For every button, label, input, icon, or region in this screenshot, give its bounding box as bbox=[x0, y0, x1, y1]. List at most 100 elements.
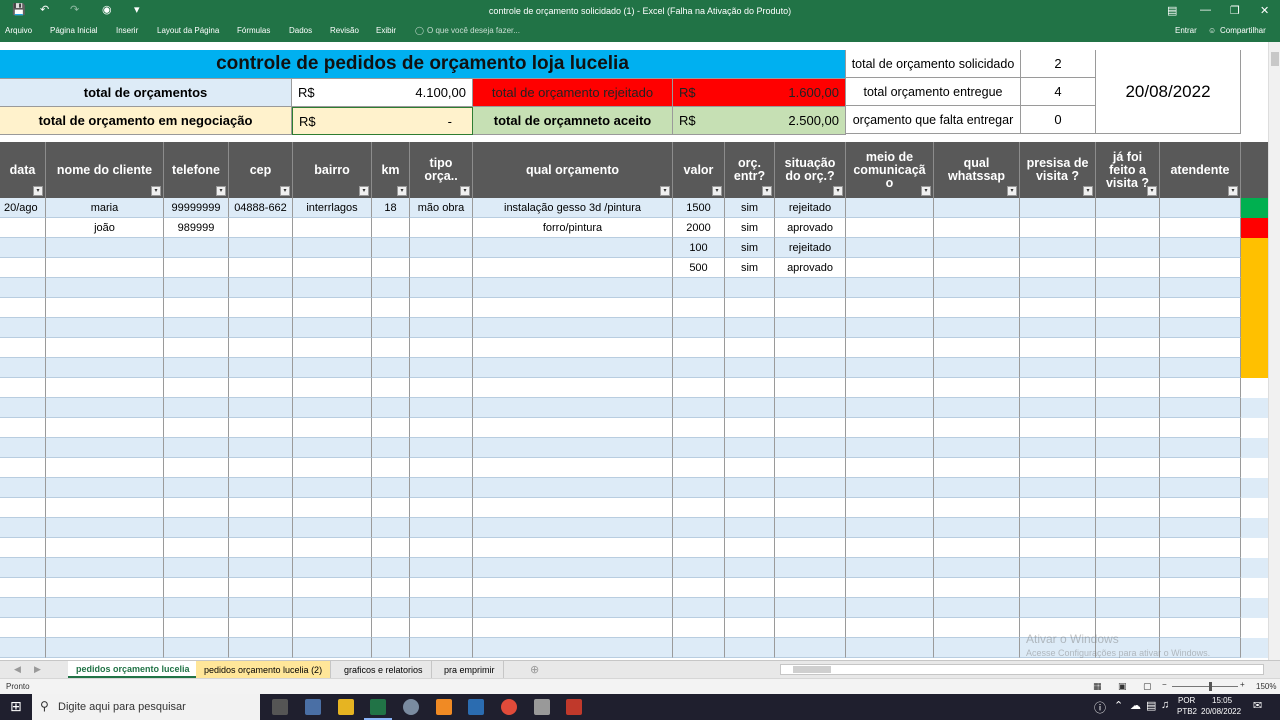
cell-orc-entr[interactable] bbox=[725, 278, 775, 298]
cell-nome-do-cliente[interactable] bbox=[46, 238, 164, 258]
cell-meio-comunicacao[interactable] bbox=[846, 298, 934, 318]
cell-atendente[interactable] bbox=[1160, 418, 1241, 438]
cell-bairro[interactable] bbox=[293, 378, 372, 398]
cell-orc-entr[interactable] bbox=[725, 318, 775, 338]
cell-tipo-orca[interactable] bbox=[410, 338, 473, 358]
filter-dropdown-icon[interactable]: ▾ bbox=[397, 186, 407, 196]
header-situacao[interactable]: situação do orç.? ▾ bbox=[775, 142, 846, 198]
cell-presisa-visita[interactable] bbox=[1020, 478, 1096, 498]
cell-valor[interactable] bbox=[673, 558, 725, 578]
cell-qual-whatssap[interactable] bbox=[934, 638, 1020, 658]
cell-km[interactable] bbox=[372, 358, 410, 378]
cell-km[interactable] bbox=[372, 238, 410, 258]
header-atendente[interactable]: atendente ▾ bbox=[1160, 142, 1241, 198]
cell-telefone[interactable] bbox=[164, 318, 229, 338]
cell-data[interactable] bbox=[0, 458, 46, 478]
cell-cep[interactable] bbox=[229, 578, 293, 598]
cell-nome-do-cliente[interactable] bbox=[46, 458, 164, 478]
cell-atendente[interactable] bbox=[1160, 578, 1241, 598]
filter-dropdown-icon[interactable]: ▾ bbox=[712, 186, 722, 196]
cell-situacao[interactable] bbox=[775, 358, 846, 378]
status-color-cell[interactable] bbox=[1241, 278, 1268, 298]
cell-cep[interactable] bbox=[229, 538, 293, 558]
accepted-cell[interactable]: R$ 2.500,00 bbox=[673, 107, 846, 135]
cell-qual-orcamento[interactable] bbox=[473, 578, 673, 598]
cell-tipo-orca[interactable] bbox=[410, 378, 473, 398]
excel-icon[interactable] bbox=[370, 699, 386, 715]
cell-data[interactable] bbox=[0, 498, 46, 518]
language-top[interactable]: POR bbox=[1178, 696, 1195, 705]
cell-orc-entr[interactable] bbox=[725, 618, 775, 638]
cell-telefone[interactable] bbox=[164, 418, 229, 438]
cell-atendente[interactable] bbox=[1160, 498, 1241, 518]
cell-atendente[interactable] bbox=[1160, 278, 1241, 298]
header-orc-entr[interactable]: orç. entr? ▾ bbox=[725, 142, 775, 198]
cell-cep[interactable] bbox=[229, 338, 293, 358]
cell-presisa-visita[interactable] bbox=[1020, 398, 1096, 418]
filter-dropdown-icon[interactable]: ▾ bbox=[762, 186, 772, 196]
cell-qual-orcamento[interactable] bbox=[473, 498, 673, 518]
header-valor[interactable]: valor ▾ bbox=[673, 142, 725, 198]
cell-bairro[interactable] bbox=[293, 618, 372, 638]
close-icon[interactable]: ✕ bbox=[1260, 4, 1269, 17]
cell-orc-entr[interactable] bbox=[725, 398, 775, 418]
tab-pagina-inicial[interactable]: Página Inicial bbox=[50, 26, 98, 35]
cell-nome-do-cliente[interactable] bbox=[46, 318, 164, 338]
cell-km[interactable] bbox=[372, 418, 410, 438]
header-ja-feito-visita[interactable]: já foi feito a visita ? ▾ bbox=[1096, 142, 1160, 198]
cell-km[interactable] bbox=[372, 258, 410, 278]
app-icon-6[interactable] bbox=[436, 699, 452, 715]
filter-dropdown-icon[interactable]: ▾ bbox=[921, 186, 931, 196]
cell-data[interactable] bbox=[0, 298, 46, 318]
header-qual-whatssap[interactable]: qual whatssap ▾ bbox=[934, 142, 1020, 198]
cell-atendente[interactable] bbox=[1160, 258, 1241, 278]
cell-qual-orcamento[interactable]: instalação gesso 3d /pintura bbox=[473, 198, 673, 218]
cell-tipo-orca[interactable] bbox=[410, 518, 473, 538]
filter-dropdown-icon[interactable]: ▾ bbox=[216, 186, 226, 196]
notifications-icon[interactable]: ✉ bbox=[1253, 699, 1262, 712]
cell-presisa-visita[interactable] bbox=[1020, 438, 1096, 458]
cell-qual-whatssap[interactable] bbox=[934, 458, 1020, 478]
cell-tipo-orca[interactable] bbox=[410, 598, 473, 618]
cell-telefone[interactable] bbox=[164, 258, 229, 278]
cell-atendente[interactable] bbox=[1160, 318, 1241, 338]
cell-ja-feito-visita[interactable] bbox=[1096, 338, 1160, 358]
cell-meio-comunicacao[interactable] bbox=[846, 218, 934, 238]
cell-valor[interactable] bbox=[673, 438, 725, 458]
cell-km[interactable] bbox=[372, 498, 410, 518]
printer-icon[interactable] bbox=[534, 699, 550, 715]
chrome-icon[interactable] bbox=[501, 699, 517, 715]
cell-km[interactable] bbox=[372, 458, 410, 478]
volume-icon[interactable]: ♫ bbox=[1161, 699, 1169, 711]
cell-km[interactable] bbox=[372, 318, 410, 338]
cell-cep[interactable] bbox=[229, 598, 293, 618]
cell-cep[interactable] bbox=[229, 518, 293, 538]
cell-ja-feito-visita[interactable] bbox=[1096, 198, 1160, 218]
cell-meio-comunicacao[interactable] bbox=[846, 578, 934, 598]
cell-bairro[interactable] bbox=[293, 538, 372, 558]
cell-qual-orcamento[interactable] bbox=[473, 458, 673, 478]
cell-atendente[interactable] bbox=[1160, 538, 1241, 558]
cell-km[interactable] bbox=[372, 638, 410, 658]
cell-bairro[interactable] bbox=[293, 218, 372, 238]
cell-tipo-orca[interactable] bbox=[410, 278, 473, 298]
cell-data[interactable] bbox=[0, 278, 46, 298]
share-button[interactable]: Compartilhar bbox=[1220, 26, 1266, 35]
cell-nome-do-cliente[interactable]: joão bbox=[46, 218, 164, 238]
cell-qual-whatssap[interactable] bbox=[934, 598, 1020, 618]
cell-atendente[interactable] bbox=[1160, 358, 1241, 378]
cell-valor[interactable] bbox=[673, 478, 725, 498]
cell-data[interactable] bbox=[0, 398, 46, 418]
cell-qual-orcamento[interactable] bbox=[473, 478, 673, 498]
cell-data[interactable] bbox=[0, 578, 46, 598]
cell-atendente[interactable] bbox=[1160, 338, 1241, 358]
app-icon-10[interactable] bbox=[566, 699, 582, 715]
cell-ja-feito-visita[interactable] bbox=[1096, 238, 1160, 258]
cell-meio-comunicacao[interactable] bbox=[846, 538, 934, 558]
cell-ja-feito-visita[interactable] bbox=[1096, 218, 1160, 238]
cell-cep[interactable] bbox=[229, 218, 293, 238]
cell-situacao[interactable] bbox=[775, 418, 846, 438]
cell-tipo-orca[interactable] bbox=[410, 498, 473, 518]
tab-arquivo[interactable]: Arquivo bbox=[5, 26, 32, 35]
cell-ja-feito-visita[interactable] bbox=[1096, 578, 1160, 598]
